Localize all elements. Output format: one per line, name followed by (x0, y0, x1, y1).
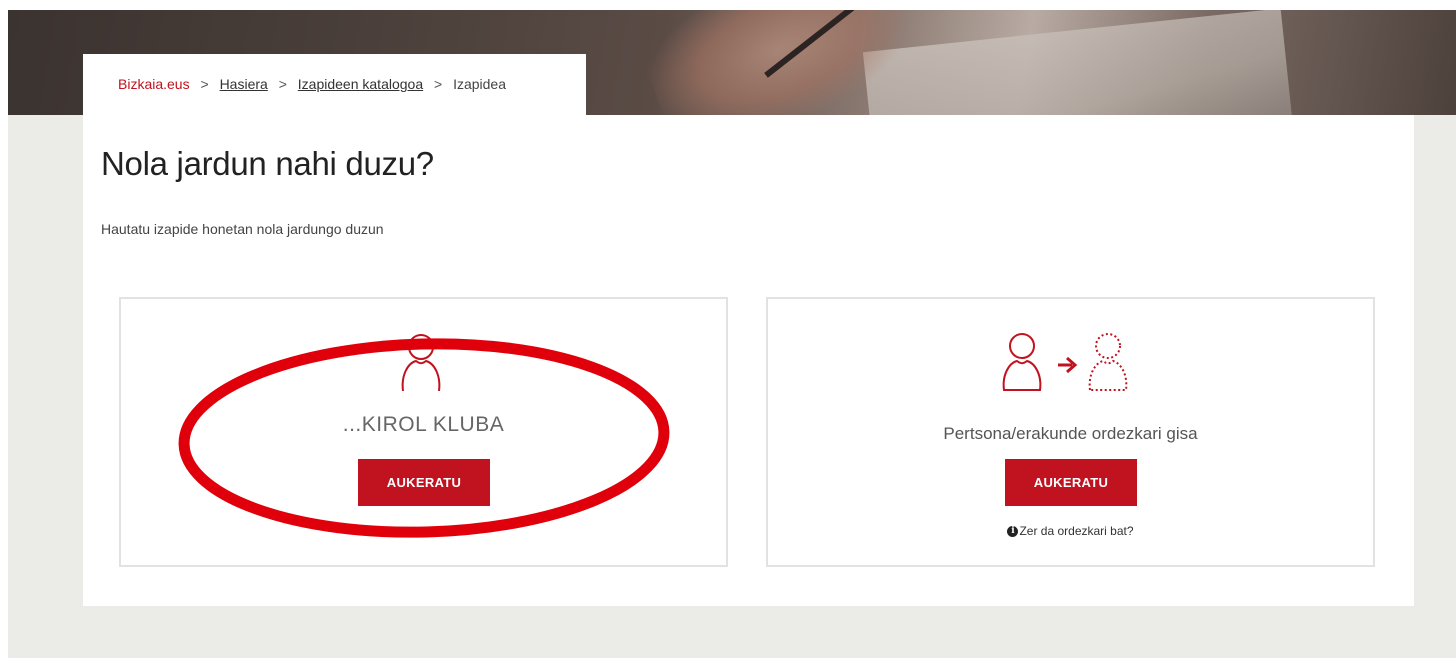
select-button-representative[interactable]: AUKERATU (1005, 459, 1137, 506)
breadcrumb-separator: > (278, 76, 287, 92)
breadcrumb-home[interactable]: Bizkaia.eus (118, 76, 190, 92)
main-content: Nola jardun nahi duzu? Hautatu izapide h… (83, 115, 1414, 606)
info-icon: i (1007, 526, 1019, 538)
page-title: Nola jardun nahi duzu? (101, 145, 434, 182)
breadcrumb-container: Bizkaia.eus > Hasiera > Izapideen katalo… (83, 54, 586, 116)
person-icon (401, 334, 441, 391)
option-label: Pertsona/erakunde ordezkari gisa (943, 424, 1198, 443)
option-label: ...KIROL KLUBA (342, 413, 505, 436)
option-card-representative: Pertsona/erakunde ordezkari gisa AUKERAT… (766, 297, 1375, 567)
breadcrumb-item-hasiera[interactable]: Hasiera (220, 76, 268, 92)
breadcrumb-current: Izapidea (453, 76, 507, 92)
help-link[interactable]: i Zer da ordezkari bat? (768, 524, 1373, 538)
breadcrumb-separator: > (200, 76, 209, 92)
option-card-club: ...KIROL KLUBA AUKERATU (119, 297, 728, 567)
breadcrumb-separator: > (434, 76, 443, 92)
select-button-club[interactable]: AUKERATU (358, 459, 490, 506)
breadcrumb-item-catalog[interactable]: Izapideen katalogoa (298, 76, 423, 92)
breadcrumb: Bizkaia.eus > Hasiera > Izapideen katalo… (118, 76, 506, 92)
page-frame: Nola jardun nahi duzu? Hautatu izapide h… (8, 10, 1456, 658)
representative-icon (1002, 333, 1128, 391)
page-subtitle: Hautatu izapide honetan nola jardungo du… (101, 221, 384, 237)
help-link-text[interactable]: Zer da ordezkari bat? (1019, 524, 1133, 538)
